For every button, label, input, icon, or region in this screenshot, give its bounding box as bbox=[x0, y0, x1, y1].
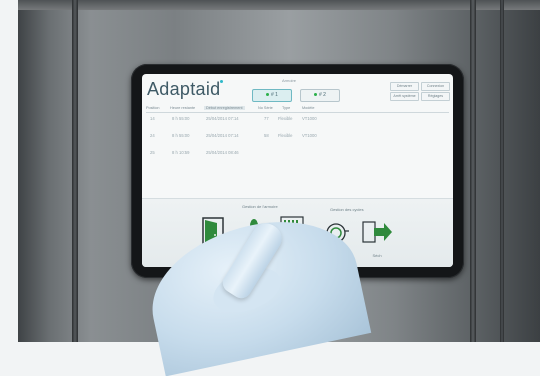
drying-label: Séch bbox=[372, 253, 382, 258]
cell-model: VT1000 bbox=[302, 133, 317, 138]
cell-type: Flexible bbox=[278, 116, 293, 121]
tab-cabinet-2[interactable]: # 2 bbox=[300, 89, 340, 102]
col-position[interactable]: Position bbox=[146, 106, 160, 110]
cell-start: 25/04/2014 07:14 bbox=[206, 116, 239, 121]
cell-start: 25/04/2014 07:14 bbox=[206, 133, 239, 138]
cell-serial: 77 bbox=[264, 116, 269, 121]
drying-arrow-icon bbox=[362, 221, 392, 243]
tab-cabinet-1[interactable]: # 1 bbox=[252, 89, 292, 102]
cell-position: 14 bbox=[150, 116, 155, 121]
login-button[interactable]: Connexion bbox=[421, 82, 450, 91]
col-serial[interactable]: No Série bbox=[258, 106, 273, 110]
cell-position: 25 bbox=[150, 150, 155, 155]
cell-model: VT1000 bbox=[302, 116, 317, 121]
cell-position: 24 bbox=[150, 133, 155, 138]
status-dot-icon bbox=[314, 93, 318, 97]
status-dot-icon bbox=[266, 93, 270, 97]
cell-time: 8 h 55:00 bbox=[172, 116, 190, 121]
cell-serial: 58 bbox=[264, 133, 269, 138]
col-model[interactable]: Modèle bbox=[302, 106, 314, 110]
cell-type: Flexible bbox=[278, 133, 293, 138]
cell-start: 25/04/2014 08:46 bbox=[206, 150, 239, 155]
shutdown-button[interactable]: Arrêt système bbox=[390, 92, 419, 101]
col-start[interactable]: Début enregistrement bbox=[204, 106, 245, 110]
cabinet-seam-right bbox=[470, 0, 476, 342]
cell-time: 8 h 10:59 bbox=[172, 150, 190, 155]
tab-label: # 1 bbox=[271, 92, 278, 98]
cell-time: 8 h 55:00 bbox=[172, 133, 190, 138]
table-row[interactable]: 14 8 h 55:00 25/04/2014 07:14 77 Flexibl… bbox=[146, 115, 449, 124]
app-logo: Adaptaid bbox=[147, 79, 221, 99]
cabinet-controls-label: Gestion de l'armoire bbox=[242, 204, 278, 209]
table-row[interactable]: 24 8 h 55:00 25/04/2014 07:14 58 Flexibl… bbox=[146, 132, 449, 141]
tab-label: # 2 bbox=[319, 92, 326, 98]
app-header: Adaptaid Armoire # 1 # 2 Démarrer Connex… bbox=[142, 74, 453, 104]
cycle-controls-label: Gestion des cycles bbox=[330, 207, 364, 212]
cabinet-top-band bbox=[18, 0, 540, 10]
cabinet-seam-left bbox=[72, 0, 78, 342]
col-type[interactable]: Type bbox=[282, 106, 290, 110]
drying-button[interactable]: Séch bbox=[360, 219, 394, 261]
cabinet-seam-right-2 bbox=[500, 0, 504, 342]
settings-button[interactable]: Réglages bbox=[421, 92, 450, 101]
logo-accent-dot bbox=[220, 80, 223, 83]
col-time-left[interactable]: Heure restante bbox=[170, 106, 195, 110]
start-button[interactable]: Démarrer bbox=[390, 82, 419, 91]
table-row[interactable]: 25 8 h 10:59 25/04/2014 08:46 bbox=[146, 149, 449, 158]
table-header: Position Heure restante Début enregistre… bbox=[146, 105, 449, 113]
header-center-label: Armoire bbox=[282, 78, 297, 83]
